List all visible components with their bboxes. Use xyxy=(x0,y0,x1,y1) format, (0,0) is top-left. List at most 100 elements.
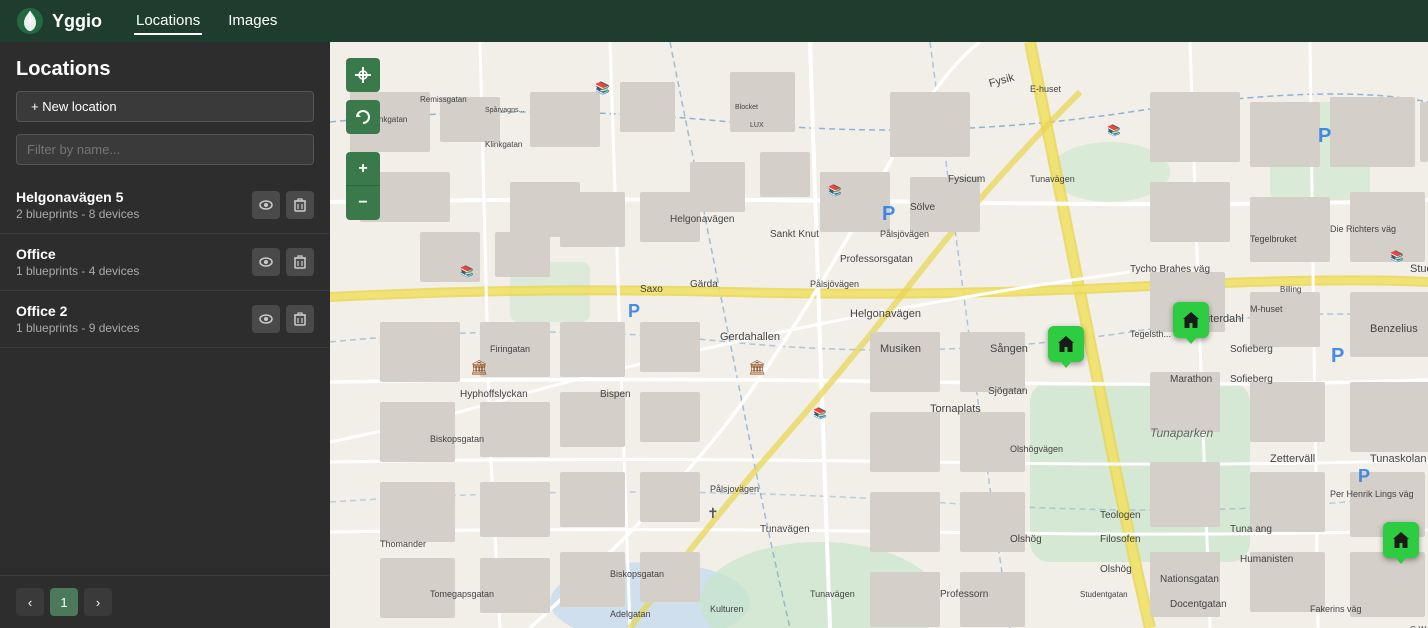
eye-icon xyxy=(259,198,273,212)
list-item: Office 1 blueprints - 4 devices xyxy=(0,234,330,291)
svg-text:Studentkåren: Studentkåren xyxy=(1410,263,1428,275)
location-name: Office 2 xyxy=(16,303,252,319)
svg-text:Sofieberg: Sofieberg xyxy=(1230,344,1273,355)
location-actions xyxy=(252,248,314,276)
zoom-controls: + − xyxy=(346,152,380,220)
reset-icon xyxy=(354,108,372,126)
zoom-in-button[interactable]: + xyxy=(346,152,380,186)
svg-text:Tomegapsgatan: Tomegapsgatan xyxy=(430,589,494,599)
delete-location-button[interactable] xyxy=(286,305,314,333)
svg-text:Nationsgatan: Nationsgatan xyxy=(1160,574,1219,585)
svg-text:🏛: 🏛 xyxy=(470,359,488,375)
svg-text:Tuna ang: Tuna ang xyxy=(1230,524,1272,535)
map-container[interactable]: + − xyxy=(330,42,1428,628)
svg-text:Biskopsgatan: Biskopsgatan xyxy=(610,569,664,579)
view-location-button[interactable] xyxy=(252,248,280,276)
svg-text:Tegelbruket: Tegelbruket xyxy=(1250,234,1297,244)
svg-text:Studentgatan: Studentgatan xyxy=(1080,590,1128,599)
house-icon xyxy=(1181,310,1201,330)
map-marker-3[interactable] xyxy=(1383,522,1419,558)
new-location-button[interactable]: + New location xyxy=(16,91,314,122)
location-name: Office xyxy=(16,246,252,262)
svg-text:Adelgatan: Adelgatan xyxy=(610,609,651,619)
svg-text:Klinkgatan: Klinkgatan xyxy=(485,140,522,149)
map-marker-1[interactable] xyxy=(1048,326,1084,362)
svg-text:Tornaplats: Tornaplats xyxy=(930,403,981,415)
house-icon xyxy=(1391,530,1411,550)
next-page-button[interactable]: › xyxy=(84,588,112,616)
prev-page-button[interactable]: ‹ xyxy=(16,588,44,616)
eye-icon xyxy=(259,312,273,326)
view-location-button[interactable] xyxy=(252,191,280,219)
svg-text:Olshög: Olshög xyxy=(1010,534,1042,545)
svg-text:Sölve: Sölve xyxy=(910,202,935,213)
svg-text:E-huset: E-huset xyxy=(1030,84,1062,94)
trash-icon xyxy=(294,255,306,269)
nav-locations[interactable]: Locations xyxy=(134,8,202,35)
pagination: ‹ 1 › xyxy=(0,575,330,628)
filter-input[interactable] xyxy=(16,134,314,165)
svg-text:Tegelsth...: Tegelsth... xyxy=(1130,329,1171,339)
svg-text:🏛: 🏛 xyxy=(748,359,766,375)
svg-text:Helgonavägen: Helgonavägen xyxy=(850,308,921,320)
svg-text:P: P xyxy=(1358,466,1370,486)
svg-text:Pålsjovägen: Pålsjovägen xyxy=(710,484,759,494)
location-actions xyxy=(252,191,314,219)
svg-text:Tunaparken: Tunaparken xyxy=(1150,426,1213,440)
crosshair-button[interactable] xyxy=(346,58,380,92)
svg-text:Bispen: Bispen xyxy=(600,389,631,400)
svg-text:Blocket: Blocket xyxy=(735,104,758,111)
map-controls: + − xyxy=(346,58,380,220)
location-info: Helgonavägen 5 2 blueprints - 8 devices xyxy=(16,189,252,221)
svg-text:Tunavägen: Tunavägen xyxy=(810,589,855,599)
main-content: Locations + New location Helgonavägen 5 … xyxy=(0,42,1428,628)
svg-text:Kulturen: Kulturen xyxy=(710,604,744,614)
svg-text:📚: 📚 xyxy=(1107,124,1121,137)
nav-images[interactable]: Images xyxy=(226,8,279,35)
svg-text:Filosofen: Filosofen xyxy=(1100,534,1141,545)
svg-text:Sofieberg: Sofieberg xyxy=(1230,374,1273,385)
reset-view-button[interactable] xyxy=(346,100,380,134)
svg-text:Tunavägen: Tunavägen xyxy=(1030,174,1075,184)
svg-text:Gärda: Gärda xyxy=(690,279,718,290)
svg-text:Tycho Brahes väg: Tycho Brahes väg xyxy=(1130,264,1210,275)
location-info: Office 2 1 blueprints - 9 devices xyxy=(16,303,252,335)
svg-text:Professorn: Professorn xyxy=(940,589,988,600)
svg-text:Biskopsgatan: Biskopsgatan xyxy=(430,434,484,444)
delete-location-button[interactable] xyxy=(286,248,314,276)
sidebar: Locations + New location Helgonavägen 5 … xyxy=(0,42,330,628)
location-actions xyxy=(252,305,314,333)
map-marker-2[interactable] xyxy=(1173,302,1209,338)
list-item: Helgonavägen 5 2 blueprints - 8 devices xyxy=(0,177,330,234)
svg-text:Firingatan: Firingatan xyxy=(490,344,530,354)
svg-text:Musiken: Musiken xyxy=(880,343,921,355)
svg-text:Hyphoffslyckan: Hyphoffslyckan xyxy=(460,389,528,400)
svg-text:LUX: LUX xyxy=(750,122,764,129)
svg-text:Tunaskolan: Tunaskolan xyxy=(1370,453,1426,465)
svg-text:Remissgatan: Remissgatan xyxy=(420,95,467,104)
svg-text:Marathon: Marathon xyxy=(1170,374,1212,385)
svg-text:Pålsjövägen: Pålsjövägen xyxy=(880,229,929,239)
svg-text:Sången: Sången xyxy=(990,343,1028,355)
list-item: Office 2 1 blueprints - 9 devices xyxy=(0,291,330,348)
svg-text:Benzelius: Benzelius xyxy=(1370,323,1418,335)
svg-text:Per Henrik Lings väg: Per Henrik Lings väg xyxy=(1330,489,1414,499)
view-location-button[interactable] xyxy=(252,305,280,333)
svg-text:📚: 📚 xyxy=(595,81,610,95)
page-number-button[interactable]: 1 xyxy=(50,588,78,616)
map-svg: P P P P P P P Fysik Fysicum Sölve Sankt … xyxy=(330,42,1428,628)
delete-location-button[interactable] xyxy=(286,191,314,219)
svg-text:Professorsgatan: Professorsgatan xyxy=(840,254,913,265)
svg-text:Fakerins väg: Fakerins väg xyxy=(1310,604,1362,614)
crosshair-icon xyxy=(354,66,372,84)
svg-text:Olshögvägen: Olshögvägen xyxy=(1010,444,1063,454)
header: Yggio Locations Images xyxy=(0,0,1428,42)
zoom-out-button[interactable]: − xyxy=(346,186,380,220)
svg-text:Billing: Billing xyxy=(1280,285,1301,294)
svg-text:Tunavägen: Tunavägen xyxy=(760,524,810,535)
svg-text:Docentgatan: Docentgatan xyxy=(1170,599,1227,610)
svg-text:📚: 📚 xyxy=(1390,250,1404,263)
svg-text:📚: 📚 xyxy=(813,407,827,420)
svg-text:Sankt Knut: Sankt Knut xyxy=(770,229,819,240)
svg-text:Saxo: Saxo xyxy=(640,284,663,295)
